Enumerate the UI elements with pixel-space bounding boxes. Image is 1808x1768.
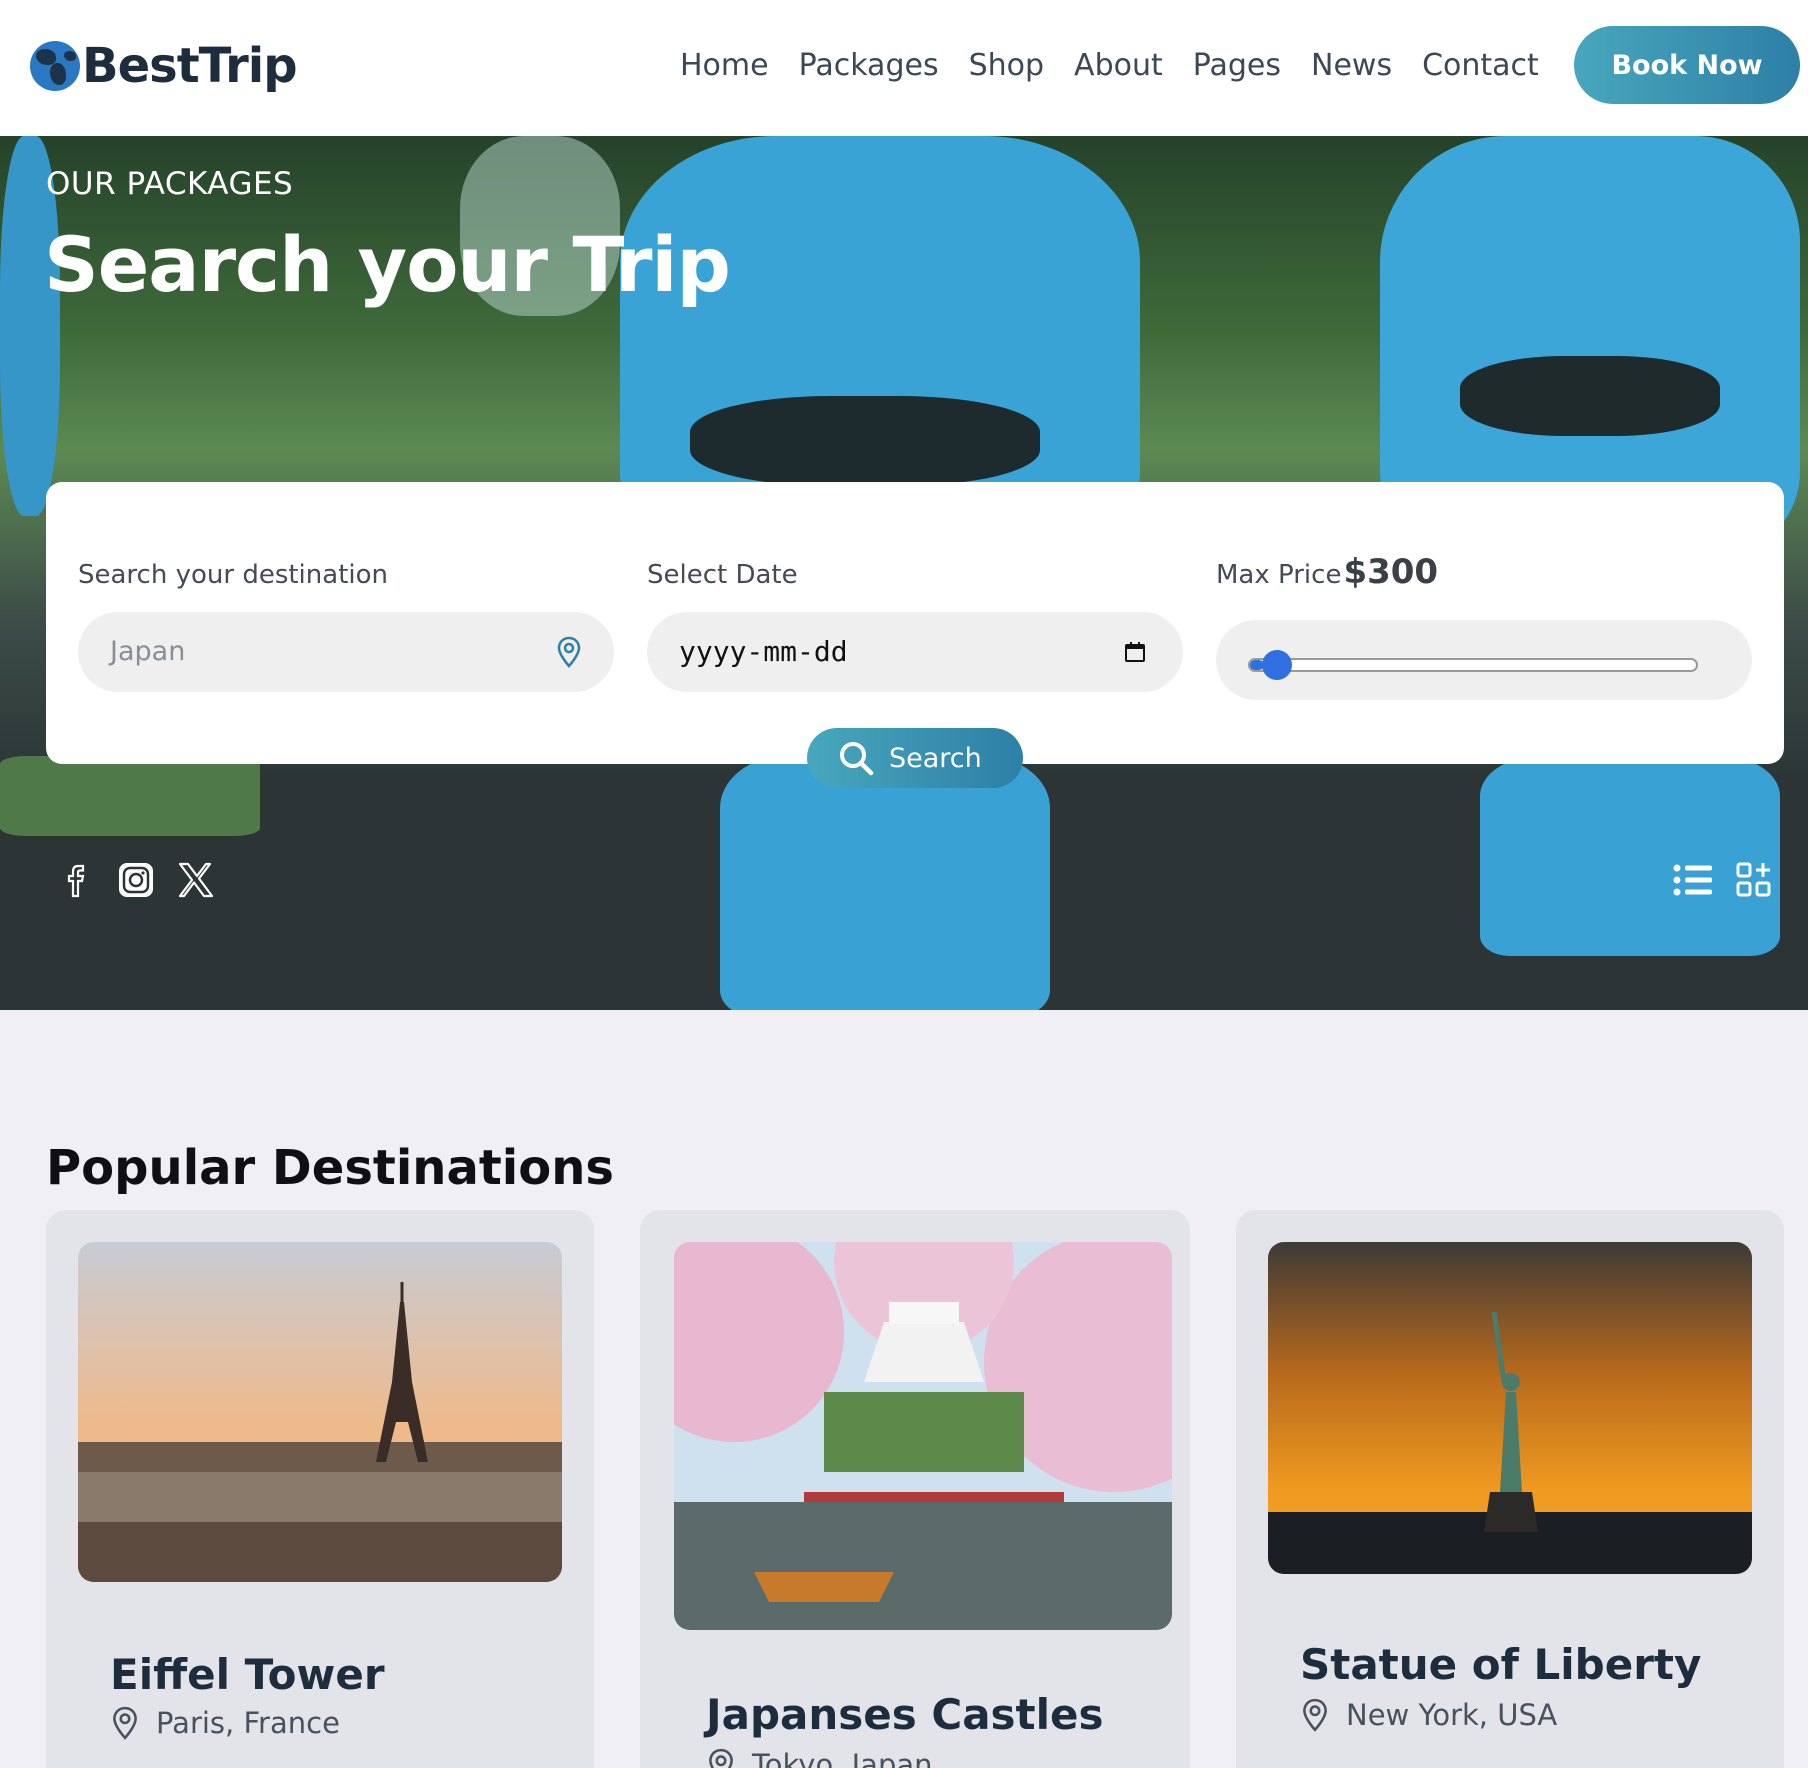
logo-text: BestTrip — [82, 38, 298, 94]
date-input[interactable]: yyyy-mm-dd — [647, 612, 1183, 692]
card-title: Statue of Liberty — [1300, 1640, 1702, 1689]
date-label: Select Date — [647, 560, 798, 590]
nav-about[interactable]: About — [1074, 44, 1163, 88]
book-now-button[interactable]: Book Now — [1574, 26, 1800, 104]
logo[interactable]: BestTrip — [30, 38, 298, 94]
nav-home[interactable]: Home — [680, 44, 769, 88]
destination-card[interactable]: Statue of Liberty New York, USA — [1236, 1210, 1784, 1768]
x-icon[interactable] — [176, 860, 216, 900]
destination-card[interactable]: Japanses Castles Tokyo, Japan — [640, 1210, 1190, 1768]
site-header: BestTrip Home Packages Shop About Pages … — [0, 0, 1808, 136]
hero-background-shape — [1460, 356, 1720, 436]
map-pin-icon — [113, 1706, 137, 1740]
hero-background-shape — [1480, 756, 1780, 956]
main-nav: Home Packages Shop About Pages News Cont… — [680, 44, 1569, 88]
price-slider-container — [1216, 620, 1752, 700]
search-button[interactable]: Search — [807, 728, 1023, 788]
list-view-icon[interactable] — [1672, 860, 1714, 900]
max-price-value: $300 — [1343, 552, 1439, 592]
card-title: Eiffel Tower — [110, 1650, 385, 1699]
destination-value: Japan — [110, 636, 186, 667]
search-button-label: Search — [889, 742, 982, 774]
japanese-castle-image — [674, 1242, 1172, 1630]
price-slider-thumb[interactable] — [1261, 650, 1292, 680]
card-location-text: Paris, France — [156, 1706, 340, 1740]
nav-news[interactable]: News — [1311, 44, 1392, 88]
hero-title: Search your Trip — [44, 220, 731, 309]
destination-input[interactable]: Japan — [78, 612, 614, 692]
destination-card[interactable]: Eiffel Tower Paris, France — [46, 1210, 594, 1768]
hero-banner: OUR PACKAGES Search your Trip Search you… — [0, 136, 1808, 1010]
calendar-icon[interactable] — [1123, 640, 1147, 664]
price-slider-track[interactable] — [1248, 658, 1698, 672]
card-location-text: Tokyo, Japan — [752, 1748, 933, 1768]
grid-add-icon[interactable] — [1734, 860, 1776, 900]
card-location: New York, USA — [1300, 1698, 1557, 1732]
map-pin-icon — [709, 1748, 733, 1768]
hero-subtitle: OUR PACKAGES — [46, 166, 294, 202]
eiffel-tower-image — [78, 1242, 562, 1582]
nav-packages[interactable]: Packages — [799, 44, 939, 88]
search-icon — [840, 742, 874, 776]
popular-destinations-title: Popular Destinations — [46, 1140, 614, 1196]
hero-background-shape — [0, 756, 260, 836]
nav-pages[interactable]: Pages — [1193, 44, 1281, 88]
map-pin-icon — [557, 636, 581, 668]
date-placeholder: yyyy-mm-dd — [679, 635, 848, 668]
card-title: Japanses Castles — [706, 1690, 1104, 1739]
hero-background-shape — [720, 756, 1050, 1010]
instagram-icon[interactable] — [116, 860, 156, 900]
nav-shop[interactable]: Shop — [969, 44, 1044, 88]
trip-search-form: Search your destination Japan Select Dat… — [46, 482, 1784, 764]
destination-label: Search your destination — [78, 560, 388, 590]
max-price-text: Max Price — [1216, 560, 1342, 590]
nav-contact[interactable]: Contact — [1422, 44, 1539, 88]
max-price-label: Max Price$300 — [1216, 552, 1438, 592]
hero-background-shape — [690, 396, 1040, 486]
map-pin-icon — [1303, 1698, 1327, 1732]
card-location: Paris, France — [110, 1706, 340, 1740]
facebook-icon[interactable] — [58, 860, 98, 900]
globe-logo-icon — [30, 41, 80, 91]
card-location-text: New York, USA — [1346, 1698, 1558, 1732]
card-location: Tokyo, Japan — [706, 1748, 933, 1768]
statue-of-liberty-image — [1268, 1242, 1752, 1574]
